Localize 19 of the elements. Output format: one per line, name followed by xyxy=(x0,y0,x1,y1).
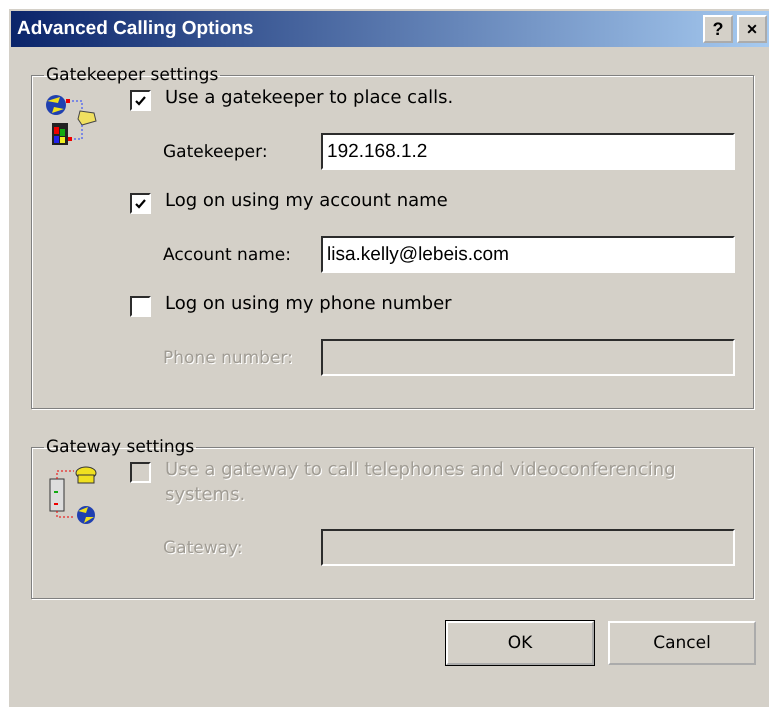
window-title: Advanced Calling Options xyxy=(17,18,254,40)
cancel-button[interactable]: Cancel xyxy=(608,621,756,665)
checkbox[interactable] xyxy=(130,193,151,214)
check-icon xyxy=(135,198,146,208)
group-title: Gatekeeper settings xyxy=(45,65,220,85)
close-button[interactable]: × xyxy=(737,15,767,43)
check-icon xyxy=(135,96,146,106)
input-field[interactable]: lisa.kelly@lebeis.com xyxy=(321,236,735,273)
help-button[interactable]: ? xyxy=(703,15,733,43)
input-field[interactable]: 192.168.1.2 xyxy=(321,133,735,170)
checkbox[interactable] xyxy=(130,296,151,317)
field-label: Gatekeeper: xyxy=(163,142,269,162)
checkbox-label: Log on using my phone number xyxy=(165,292,452,316)
group-title: Gateway settings xyxy=(45,437,196,457)
checkbox-label: Log on using my account name xyxy=(165,189,448,213)
ok-button[interactable]: OK xyxy=(446,621,594,665)
checkbox[interactable] xyxy=(130,90,151,111)
field-label: Account name: xyxy=(163,244,292,264)
checkbox-label: Use a gatekeeper to place calls. xyxy=(165,86,454,110)
